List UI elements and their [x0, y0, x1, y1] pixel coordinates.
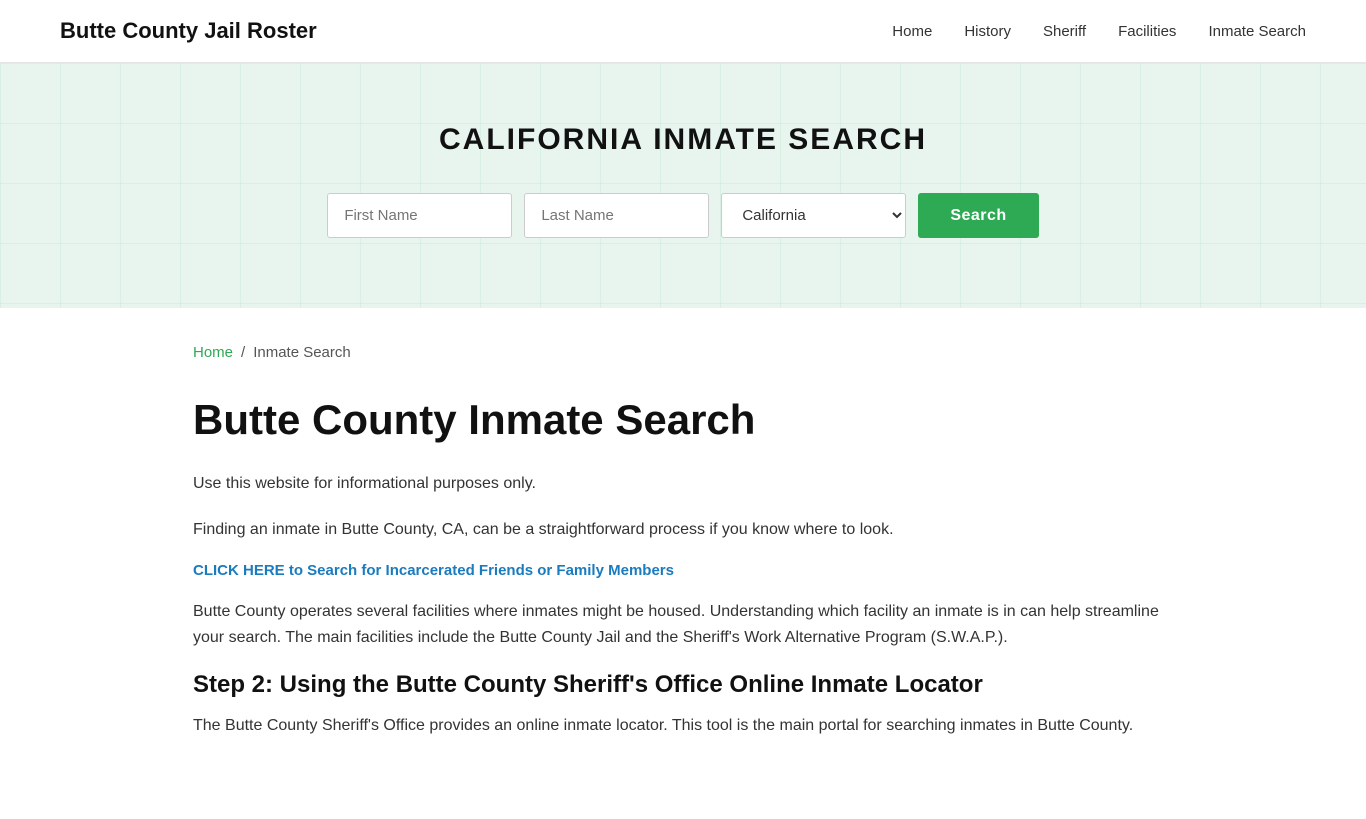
- site-header: Butte County Jail Roster Home History Sher…: [0, 0, 1366, 63]
- intro-para-2: Finding an inmate in Butte County, CA, c…: [193, 517, 1173, 543]
- site-logo[interactable]: Butte County Jail Roster: [60, 18, 317, 44]
- cta-search-link[interactable]: CLICK HERE to Search for Incarcerated Fr…: [193, 562, 674, 579]
- breadcrumb-separator: /: [241, 344, 245, 361]
- breadcrumb-home[interactable]: Home: [193, 344, 233, 361]
- intro-para-1: Use this website for informational purpo…: [193, 471, 1173, 497]
- state-select[interactable]: AlabamaAlaskaArizonaArkansasCaliforniaCo…: [721, 193, 906, 238]
- first-name-input[interactable]: [327, 193, 512, 238]
- main-nav: Home History Sheriff Facilities Inmate Searc…: [892, 23, 1306, 40]
- inmate-search-form: AlabamaAlaskaArizonaArkansasCaliforniaCo…: [20, 193, 1346, 238]
- nav-item-history[interactable]: History: [964, 23, 1011, 40]
- search-button[interactable]: Search: [918, 193, 1038, 238]
- hero-section: CALIFORNIA INMATE SEARCH AlabamaAlaskaAr…: [0, 63, 1366, 308]
- last-name-input[interactable]: [524, 193, 709, 238]
- page-title: Butte County Inmate Search: [193, 397, 1173, 443]
- nav-item-inmate-search[interactable]: Inmate Search: [1208, 23, 1306, 40]
- facilities-para: Butte County operates several facilities…: [193, 599, 1173, 650]
- nav-item-facilities[interactable]: Facilities: [1118, 23, 1176, 40]
- main-content: Home / Inmate Search Butte County Inmate…: [133, 308, 1233, 819]
- nav-item-sheriff[interactable]: Sheriff: [1043, 23, 1086, 40]
- step2-para: The Butte County Sheriff's Office provid…: [193, 713, 1173, 739]
- nav-item-home[interactable]: Home: [892, 23, 932, 40]
- breadcrumb-current: Inmate Search: [253, 344, 351, 361]
- step2-heading: Step 2: Using the Butte County Sheriff's…: [193, 671, 1173, 700]
- hero-heading: CALIFORNIA INMATE SEARCH: [20, 123, 1346, 157]
- breadcrumb: Home / Inmate Search: [193, 344, 1173, 361]
